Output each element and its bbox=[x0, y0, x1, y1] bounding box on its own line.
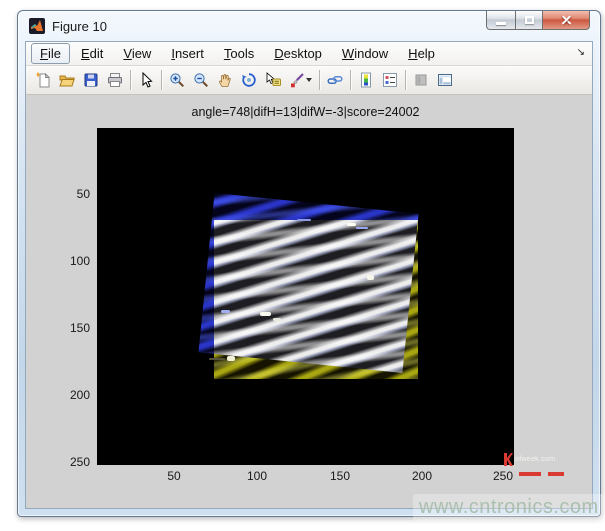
brush-dropdown-icon[interactable] bbox=[306, 78, 312, 82]
menu-tools[interactable]: Tools bbox=[215, 43, 263, 64]
figure-toolbar bbox=[26, 66, 592, 95]
printer-icon bbox=[107, 72, 123, 88]
menu-window[interactable]: Window bbox=[333, 43, 397, 64]
zoom-out-button[interactable] bbox=[189, 68, 213, 92]
toolbar-separator bbox=[130, 70, 131, 90]
y-tick-label: 200 bbox=[54, 388, 90, 402]
feature-mark bbox=[209, 358, 225, 360]
feature-mark bbox=[260, 312, 271, 316]
show-plot-tools-icon bbox=[437, 72, 453, 88]
insert-legend-button[interactable] bbox=[378, 68, 402, 92]
menu-edit[interactable]: Edit bbox=[72, 43, 112, 64]
y-tick-label: 50 bbox=[54, 187, 90, 201]
edit-plot-button[interactable] bbox=[134, 68, 158, 92]
rotate-3d-icon bbox=[241, 72, 257, 88]
ofweek-dash bbox=[548, 472, 564, 476]
x-tick-label: 50 bbox=[154, 469, 194, 483]
x-tick-label: 100 bbox=[237, 469, 277, 483]
hide-plot-tools-icon bbox=[413, 72, 429, 88]
restore-icon bbox=[525, 16, 534, 24]
toolbar-separator bbox=[161, 70, 162, 90]
menu-file[interactable]: File bbox=[31, 43, 70, 64]
feature-mark bbox=[356, 227, 368, 229]
link-plot-button[interactable] bbox=[323, 68, 347, 92]
open-file-button[interactable] bbox=[55, 68, 79, 92]
feature-mark bbox=[221, 310, 230, 313]
matlab-icon bbox=[29, 18, 45, 34]
insert-colorbar-button[interactable] bbox=[354, 68, 378, 92]
x-tick-label: 200 bbox=[402, 469, 442, 483]
menu-desktop[interactable]: Desktop bbox=[265, 43, 331, 64]
link-icon bbox=[327, 72, 343, 88]
menu-view[interactable]: View bbox=[114, 43, 160, 64]
data-cursor-button[interactable] bbox=[261, 68, 285, 92]
brush-data-button[interactable] bbox=[285, 68, 316, 92]
plot-title: angle=748|difH=13|difW=-3|score=24002 bbox=[97, 105, 514, 119]
close-icon bbox=[560, 14, 573, 27]
ofweek-dash bbox=[519, 472, 541, 476]
new-figure-icon bbox=[35, 72, 51, 88]
minimize-button[interactable] bbox=[486, 11, 515, 30]
y-tick-label: 100 bbox=[54, 254, 90, 268]
feature-mark bbox=[273, 318, 281, 321]
zoom-in-button[interactable] bbox=[165, 68, 189, 92]
figure-canvas: angle=748|difH=13|difW=-3|score=24002 50 bbox=[26, 95, 592, 509]
feature-mark bbox=[347, 223, 356, 226]
close-button[interactable] bbox=[543, 11, 590, 30]
pan-button[interactable] bbox=[213, 68, 237, 92]
ofweek-logo-icon bbox=[503, 453, 513, 466]
plot-axes[interactable] bbox=[97, 128, 514, 465]
hand-icon bbox=[217, 72, 233, 88]
legend-icon bbox=[382, 72, 398, 88]
menu-overflow-icon[interactable]: ↘ bbox=[577, 47, 585, 58]
toolbar-separator bbox=[350, 70, 351, 90]
title-bar[interactable]: Figure 10 bbox=[18, 11, 600, 41]
y-tick-label: 150 bbox=[54, 321, 90, 335]
ofweek-watermark-text: ofweek.com bbox=[515, 456, 555, 463]
save-icon bbox=[83, 72, 99, 88]
save-figure-button[interactable] bbox=[79, 68, 103, 92]
figure-client-area: File Edit View Insert Tools Desktop Wind… bbox=[25, 41, 593, 509]
brush-icon bbox=[289, 72, 305, 88]
menu-help[interactable]: Help bbox=[399, 43, 444, 64]
show-plot-tools-button[interactable] bbox=[433, 68, 457, 92]
colorbar-icon bbox=[358, 72, 374, 88]
overlap-fringes bbox=[214, 220, 418, 373]
zoom-out-icon bbox=[193, 72, 209, 88]
x-tick-label: 150 bbox=[320, 469, 360, 483]
y-tick-label: 250 bbox=[54, 455, 90, 469]
open-folder-icon bbox=[59, 72, 75, 88]
print-figure-button[interactable] bbox=[103, 68, 127, 92]
feature-mark bbox=[227, 356, 235, 361]
menu-insert[interactable]: Insert bbox=[162, 43, 213, 64]
toolbar-separator bbox=[319, 70, 320, 90]
toolbar-separator bbox=[405, 70, 406, 90]
window-title: Figure 10 bbox=[52, 19, 107, 34]
minimize-icon bbox=[496, 22, 506, 25]
pointer-icon bbox=[138, 72, 154, 88]
feature-mark bbox=[297, 219, 311, 221]
zoom-in-icon bbox=[169, 72, 185, 88]
figure-window: Figure 10 File Edit View Insert Tools De… bbox=[17, 10, 601, 517]
rotate-3d-button[interactable] bbox=[237, 68, 261, 92]
restore-button[interactable] bbox=[515, 11, 543, 30]
image-overlap-region bbox=[214, 220, 418, 379]
menu-bar: File Edit View Insert Tools Desktop Wind… bbox=[26, 42, 592, 66]
cntronics-watermark: www.cntronics.com bbox=[413, 494, 605, 521]
new-figure-button[interactable] bbox=[31, 68, 55, 92]
hide-plot-tools-button[interactable] bbox=[409, 68, 433, 92]
data-cursor-icon bbox=[265, 72, 281, 88]
ofweek-watermark: ofweek.com bbox=[503, 453, 593, 476]
feature-mark bbox=[367, 275, 374, 280]
